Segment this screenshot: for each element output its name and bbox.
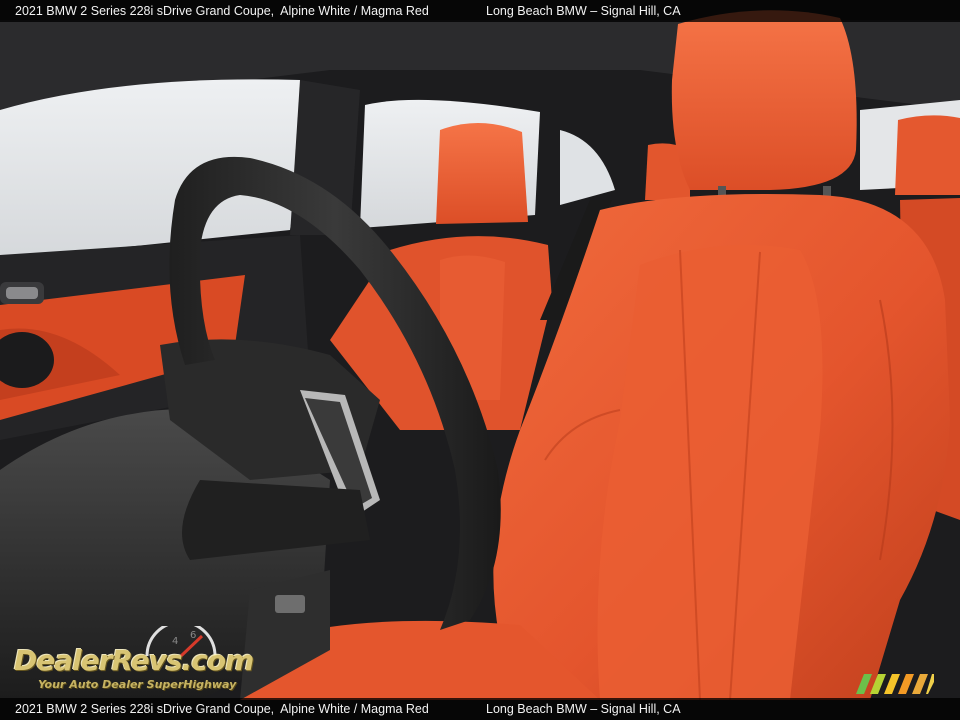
color-caption: Alpine White / Magma Red [280, 4, 429, 18]
dealerrevs-watermark: 4 6 DealerRevs.com Your Auto Dealer Supe… [12, 626, 268, 696]
svg-text:6: 6 [190, 630, 196, 641]
caption-bar-top: 2021 BMW 2 Series 228i sDrive Grand Coup… [0, 0, 960, 22]
color-caption-bottom: Alpine White / Magma Red [280, 702, 429, 716]
car-interior-photo [0, 0, 960, 720]
photo-frame: 2021 BMW 2 Series 228i sDrive Grand Coup… [0, 0, 960, 720]
watermark-brand: DealerRevs.com [14, 644, 254, 677]
caption-bar-bottom: 2021 BMW 2 Series 228i sDrive Grand Coup… [0, 698, 960, 720]
driver-headrest [671, 10, 857, 190]
vehicle-caption-bottom: 2021 BMW 2 Series 228i sDrive Grand Coup… [15, 702, 275, 716]
watermark-tagline: Your Auto Dealer SuperHighway [38, 678, 237, 691]
dealer-caption-bottom: Long Beach BMW – Signal Hill, CA [486, 702, 681, 716]
dealer-caption: Long Beach BMW – Signal Hill, CA [486, 4, 681, 18]
dealer-stripe-logo-icon [856, 674, 934, 694]
rear-headrest [436, 122, 528, 224]
vehicle-caption: 2021 BMW 2 Series 228i sDrive Grand Coup… [15, 4, 275, 18]
